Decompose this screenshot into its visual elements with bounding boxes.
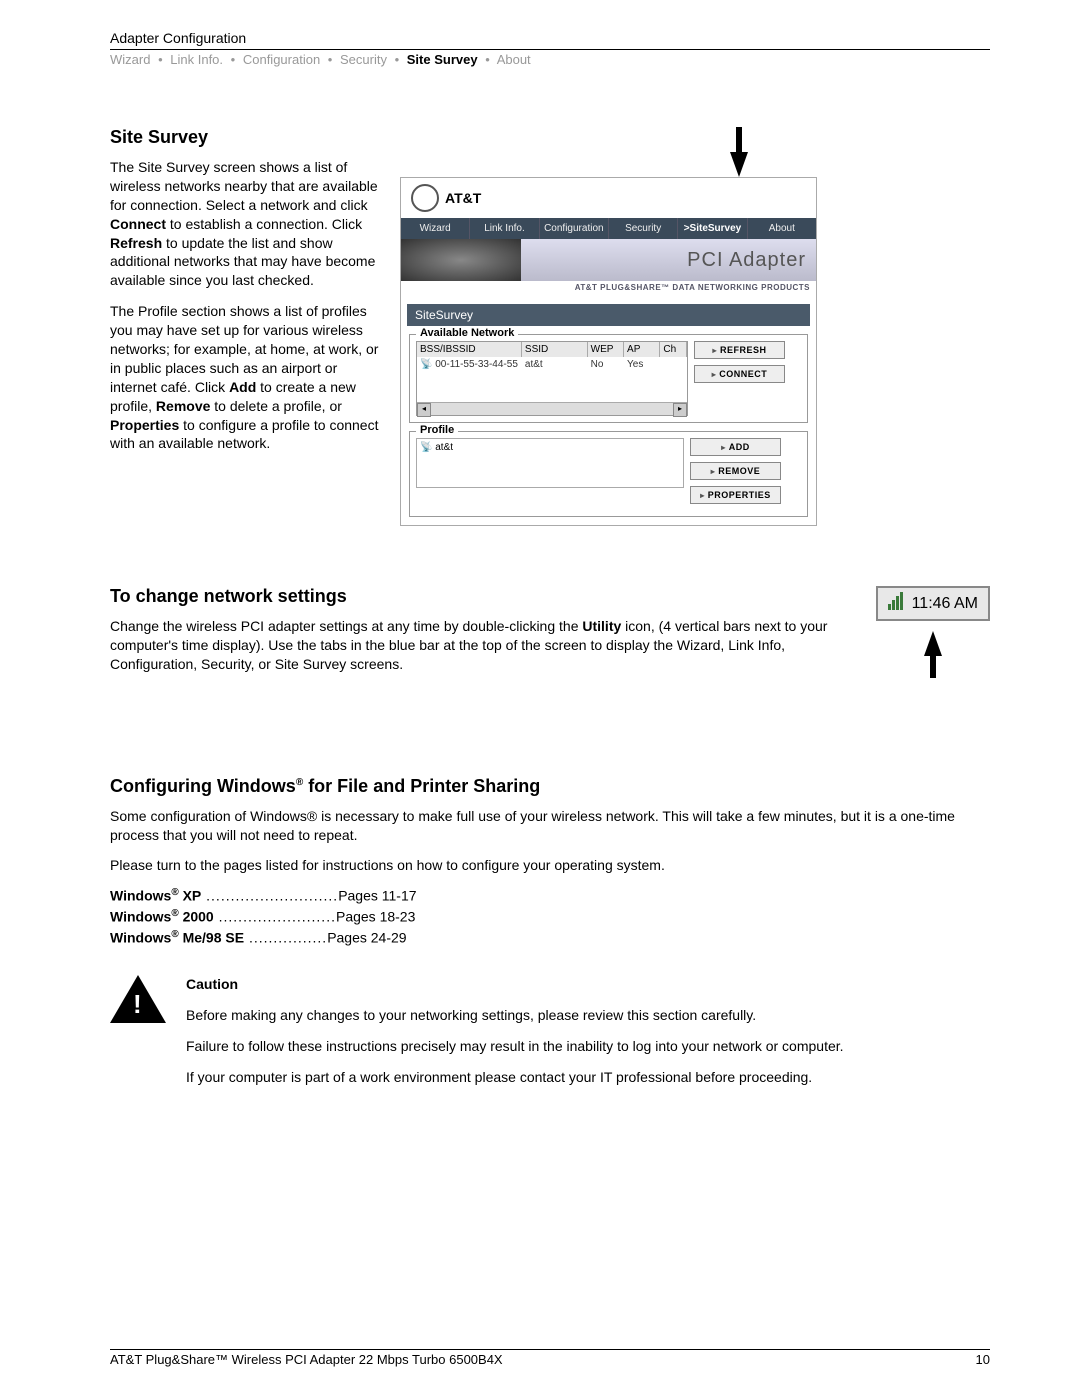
profile-list[interactable]: 📡 at&t — [416, 438, 684, 488]
col-bss[interactable]: BSS/IBSSID — [417, 342, 522, 357]
screen-title: SiteSurvey — [407, 304, 810, 326]
page-footer: AT&T Plug&Share™ Wireless PCI Adapter 22… — [110, 1349, 990, 1367]
add-button[interactable]: ADD — [690, 438, 781, 456]
tab-security[interactable]: Security — [609, 218, 678, 239]
antenna-icon: 📡 — [420, 359, 432, 370]
os-page-list: Windows® XP ...........................P… — [110, 887, 990, 945]
horizontal-scrollbar[interactable]: ◂ ▸ — [417, 402, 687, 415]
tab-wizard[interactable]: Wizard — [401, 218, 470, 239]
caution-p3: If your computer is part of a work envir… — [186, 1068, 990, 1087]
network-table: BSS/IBSSID SSID WEP AP Ch 📡 00-11-55-33-… — [416, 341, 688, 416]
configuring-windows-heading: Configuring Windows® for File and Printe… — [110, 776, 990, 797]
connect-button[interactable]: CONNECT — [694, 365, 785, 383]
caution-p2: Failure to follow these instructions pre… — [186, 1037, 990, 1056]
footer-text: AT&T Plug&Share™ Wireless PCI Adapter 22… — [110, 1352, 503, 1367]
table-row[interactable]: 📡 00-11-55-33-44-55 at&t No Yes — [417, 357, 687, 372]
list-item: Windows® XP ...........................P… — [110, 887, 990, 904]
page-number: 10 — [976, 1352, 990, 1367]
col-ch[interactable]: Ch — [660, 342, 687, 357]
col-ap[interactable]: AP — [624, 342, 660, 357]
properties-button[interactable]: PROPERTIES — [690, 486, 781, 504]
banner-photo — [401, 239, 521, 281]
tab-configuration[interactable]: Configuration — [540, 218, 609, 239]
available-network-legend: Available Network — [416, 327, 518, 339]
config-para2: Please turn to the pages listed for inst… — [110, 856, 990, 875]
caution-p1: Before making any changes to your networ… — [186, 1006, 990, 1025]
site-survey-para2: The Profile section shows a list of prof… — [110, 302, 380, 453]
caution-heading: Caution — [186, 975, 990, 994]
site-survey-heading: Site Survey — [110, 127, 380, 148]
crumb-sep: • — [158, 52, 163, 67]
crumb-wizard: Wizard — [110, 52, 150, 67]
crumb-sep: • — [328, 52, 333, 67]
arrow-up-icon — [924, 631, 942, 656]
scroll-left-icon[interactable]: ◂ — [417, 403, 431, 417]
list-item: Windows® 2000 ........................Pa… — [110, 908, 990, 925]
tab-sitesurvey[interactable]: >SiteSurvey — [678, 218, 747, 239]
globe-icon — [411, 184, 439, 212]
arrow-down-icon — [730, 152, 748, 177]
site-survey-para1: The Site Survey screen shows a list of w… — [110, 158, 380, 290]
profile-group: Profile 📡 at&t ADD REMOVE PROPERTIES — [409, 431, 808, 517]
app-logo-text: AT&T — [445, 190, 481, 206]
caution-icon — [110, 975, 166, 1025]
change-settings-para: Change the wireless PCI adapter settings… — [110, 617, 846, 674]
crumb-sep: • — [485, 52, 490, 67]
profile-legend: Profile — [416, 424, 458, 436]
list-item: Windows® Me/98 SE ................Pages … — [110, 929, 990, 946]
app-window-screenshot: AT&T Wizard Link Info. Configuration Sec… — [400, 177, 817, 526]
system-tray: 11:46 AM — [876, 586, 990, 621]
available-network-group: Available Network BSS/IBSSID SSID WEP AP… — [409, 334, 808, 423]
page-header: Adapter Configuration — [110, 30, 990, 46]
tab-about[interactable]: About — [748, 218, 816, 239]
crumb-security: Security — [340, 52, 387, 67]
config-para1: Some configuration of Windows® is necess… — [110, 807, 990, 845]
change-settings-heading: To change network settings — [110, 586, 846, 607]
banner-subtitle: AT&T PLUG&SHARE™ DATA NETWORKING PRODUCT… — [401, 281, 816, 294]
crumb-configuration: Configuration — [243, 52, 320, 67]
tray-clock: 11:46 AM — [912, 595, 978, 613]
crumb-about: About — [497, 52, 531, 67]
crumb-sep: • — [231, 52, 236, 67]
col-ssid[interactable]: SSID — [522, 342, 588, 357]
antenna-icon: 📡 — [420, 442, 432, 453]
crumb-linkinfo: Link Info. — [170, 52, 223, 67]
signal-bars-icon[interactable] — [888, 592, 904, 615]
banner-title: PCI Adapter — [687, 249, 806, 272]
remove-button[interactable]: REMOVE — [690, 462, 781, 480]
col-wep[interactable]: WEP — [588, 342, 624, 357]
tab-linkinfo[interactable]: Link Info. — [470, 218, 539, 239]
refresh-button[interactable]: REFRESH — [694, 341, 785, 359]
crumb-sep: • — [395, 52, 400, 67]
crumb-site-survey: Site Survey — [407, 52, 478, 67]
profile-item[interactable]: at&t — [435, 442, 453, 453]
header-underline — [110, 49, 990, 50]
breadcrumb: Wizard • Link Info. • Configuration • Se… — [110, 52, 990, 67]
scroll-right-icon[interactable]: ▸ — [673, 403, 687, 417]
